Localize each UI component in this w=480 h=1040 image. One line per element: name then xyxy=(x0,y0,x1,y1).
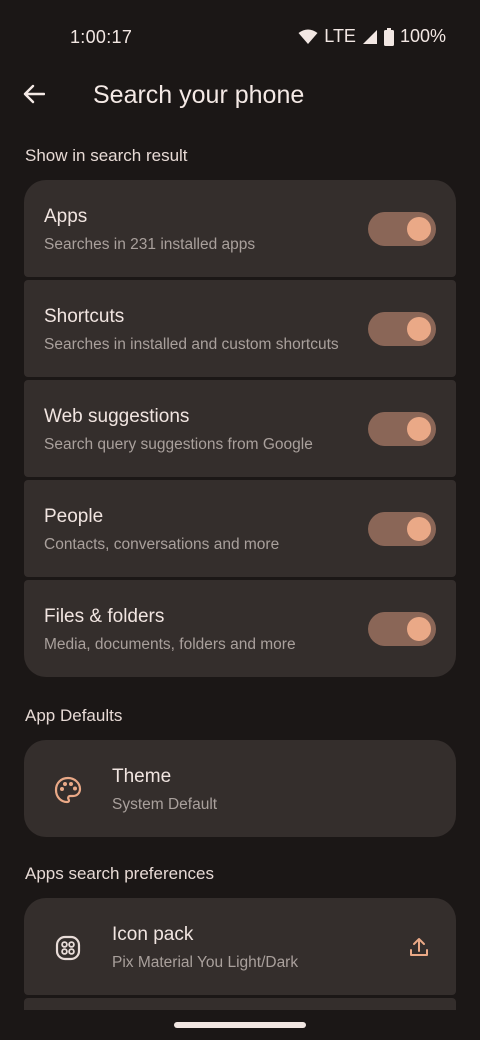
section-label-apps-search-prefs: Apps search preferences xyxy=(25,864,214,883)
people-toggle[interactable] xyxy=(368,512,436,546)
setting-title: Shortcuts xyxy=(44,306,125,327)
toggle-knob xyxy=(407,317,431,341)
setting-row-apps[interactable]: Apps Searches in 231 installed apps xyxy=(24,180,456,277)
section-label-search-result: Show in search result xyxy=(25,146,188,165)
setting-row-shortcuts[interactable]: Shortcuts Searches in installed and cust… xyxy=(24,280,456,377)
gesture-nav-handle[interactable] xyxy=(174,1022,306,1028)
status-bar: 1:00:17 LTE 100% xyxy=(0,0,480,72)
setting-subtitle: System Default xyxy=(112,796,218,813)
setting-title: People xyxy=(44,506,104,527)
wifi-icon xyxy=(298,29,318,45)
setting-subtitle: Pix Material You Light/Dark xyxy=(112,954,299,971)
apps-toggle[interactable] xyxy=(368,212,436,246)
app-defaults-group: Theme System Default xyxy=(24,740,456,840)
icon-pack-icon xyxy=(50,930,86,966)
network-type: LTE xyxy=(324,26,356,46)
app-bar: Search your phone xyxy=(0,72,480,124)
web-suggestions-toggle[interactable] xyxy=(368,412,436,446)
search-result-group: Apps Searches in 231 installed apps Shor… xyxy=(24,180,456,680)
setting-subtitle: Searches in installed and custom shortcu… xyxy=(44,336,339,353)
arrow-back-icon xyxy=(23,84,46,109)
toggle-knob xyxy=(407,417,431,441)
page-title: Search your phone xyxy=(93,81,305,109)
upload-icon[interactable] xyxy=(404,932,434,962)
battery-icon xyxy=(383,27,394,46)
shortcuts-toggle[interactable] xyxy=(368,312,436,346)
setting-title: Apps xyxy=(44,206,88,227)
status-icons: LTE 100% xyxy=(298,26,446,47)
setting-row-files-folders[interactable]: Files & folders Media, documents, folder… xyxy=(24,580,456,677)
setting-title: Web suggestions xyxy=(44,406,190,427)
setting-row-people[interactable]: People Contacts, conversations and more xyxy=(24,480,456,577)
setting-row-web-suggestions[interactable]: Web suggestions Search query suggestions… xyxy=(24,380,456,477)
section-label-app-defaults: App Defaults xyxy=(25,706,123,725)
back-button[interactable] xyxy=(14,76,54,116)
toggle-knob xyxy=(407,617,431,641)
palette-icon xyxy=(50,772,86,808)
toggle-knob xyxy=(407,517,431,541)
setting-subtitle: Search query suggestions from Google xyxy=(44,436,313,453)
setting-subtitle: Searches in 231 installed apps xyxy=(44,236,256,253)
files-folders-toggle[interactable] xyxy=(368,612,436,646)
setting-title: Icon pack xyxy=(112,924,194,945)
status-time: 1:00:17 xyxy=(70,27,133,47)
toggle-knob xyxy=(407,217,431,241)
setting-row-icon-pack[interactable]: Icon pack Pix Material You Light/Dark xyxy=(24,898,456,995)
setting-row-theme[interactable]: Theme System Default xyxy=(24,740,456,837)
setting-subtitle: Media, documents, folders and more xyxy=(44,636,296,653)
setting-subtitle: Contacts, conversations and more xyxy=(44,536,280,553)
battery-level: 100% xyxy=(399,26,446,46)
setting-title: Files & folders xyxy=(44,606,165,627)
signal-icon xyxy=(362,29,378,45)
setting-title: Theme xyxy=(112,766,172,787)
